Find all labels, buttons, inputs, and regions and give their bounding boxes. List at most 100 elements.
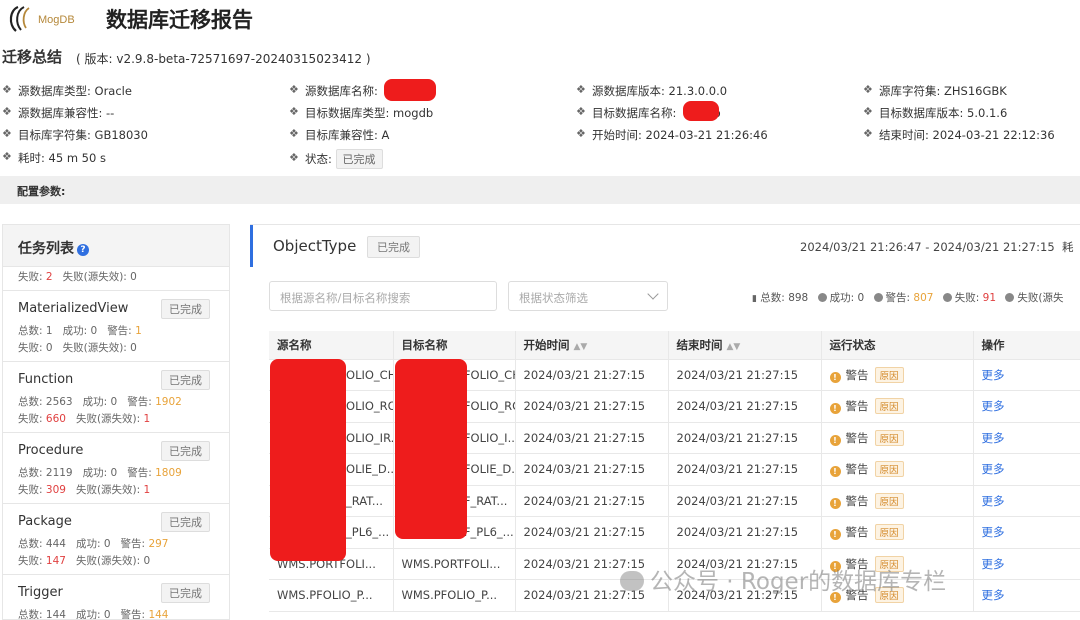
end-time-cell: 2024/03/21 21:27:15 [668,453,822,486]
task-status-badge: 已完成 [161,583,210,603]
status-text: 警告 [845,430,869,445]
action-cell: 更多 [973,516,1080,549]
diamond-bullet-icon [863,83,873,96]
reason-tag[interactable]: 原因 [874,429,904,446]
start-time-cell: 2024/03/21 21:27:15 [515,422,669,454]
name-search-input[interactable]: 根据源名称/目标名称搜索 [269,281,497,311]
col-target-name: 目标名称 [393,331,516,360]
diamond-bullet-icon [2,83,12,96]
action-cell: 更多 [973,390,1080,423]
task-fail-line: 失败: 147 失败(源失效): 0 [18,555,151,567]
col-action: 操作 [973,331,1080,360]
task-list-header: 任务列表? [3,225,229,267]
task-item-procedure[interactable]: Procedure 已完成 总数: 2119 成功: 0 警告: 1809 失败… [3,433,229,504]
col-end-time[interactable]: 结束时间 ▲▼ [668,331,822,360]
more-link[interactable]: 更多 [982,431,1005,445]
stat-fail: 失败: 91 [942,292,996,304]
col-start-time[interactable]: 开始时间 ▲▼ [515,331,669,360]
diamond-bullet-icon [863,127,873,140]
warning-icon: ! [829,529,841,541]
mogdb-logo: MogDB [4,4,84,34]
diamond-bullet-icon [2,105,12,118]
task-status-badge: 已完成 [161,299,210,319]
info-target-db-version: 目标数据库版本: 5.0.1.6 [863,105,1007,121]
end-time-cell: 2024/03/21 21:27:15 [668,485,822,517]
panel-accent-bar [250,225,253,267]
info-source-compat: 源数据库兼容性: -- [2,105,114,121]
info-duration: 耗时: 45 m 50 s [2,150,106,166]
task-item-trigger[interactable]: Trigger 已完成 总数: 144 成功: 0 警告: 144 [3,575,229,619]
redaction-mark [395,359,467,539]
reason-tag[interactable]: 原因 [874,366,904,383]
info-target-compat: 目标库兼容性: A [289,127,389,143]
more-link[interactable]: 更多 [982,462,1005,476]
status-text: 警告 [845,399,869,414]
object-type-panel: ObjectType 已完成 2024/03/21 21:26:47 - 202… [250,224,1080,620]
action-cell: 更多 [973,359,1080,391]
warning-icon: ! [829,497,841,509]
task-list-title: 任务列表 [18,241,74,257]
diamond-bullet-icon [289,151,299,164]
action-cell: 更多 [973,422,1080,454]
stat-warn: 警告: 807 [873,292,933,304]
task-item-package[interactable]: Package 已完成 总数: 444 成功: 0 警告: 297 失败: 14… [3,504,229,575]
result-stats: ▮ 总数: 898 成功: 0 警告: 807 失败: 91 失败(源失 [752,290,1070,305]
reason-tag[interactable]: 原因 [874,398,904,415]
run-status-cell: ! 警告 原因 [821,485,974,517]
table-row: WMS.PORTFOLIE_D...WMS.PORTFOLIE_D...2024… [269,453,1080,486]
warning-icon: ! [829,466,841,478]
more-link[interactable]: 更多 [982,557,1005,571]
diamond-bullet-icon [576,83,586,96]
info-source-db-name: 源数据库名称: [289,83,378,99]
reason-tag[interactable]: 原因 [874,461,904,478]
end-time-cell: 2024/03/21 21:27:15 [668,390,822,423]
status-filter-select[interactable]: 根据状态筛选 [508,281,668,311]
more-link[interactable]: 更多 [982,588,1005,602]
task-fail-line: 失败: 309 失败(源失效): 1 [18,484,151,496]
warning-icon [873,293,883,302]
task-fail-line: 失败: 660 失败(源失效): 1 [18,413,151,425]
more-link[interactable]: 更多 [982,368,1005,382]
panel-title: ObjectType [273,237,357,255]
status-text: 警告 [845,525,869,540]
task-name: Trigger [18,585,63,600]
more-link[interactable]: 更多 [982,494,1005,508]
logo-text: MogDB [38,14,75,26]
table-row: WMS.PORTF_PL6_...WMS.PORTF_PL6_...2024/0… [269,516,1080,549]
task-stats-partial: 失败: 2 失败(源失效): 0 [3,267,229,291]
more-link[interactable]: 更多 [982,399,1005,413]
help-icon[interactable]: ? [77,244,89,256]
run-status-cell: ! 警告 原因 [821,422,974,454]
run-status-cell: ! 警告 原因 [821,390,974,423]
status-filter-placeholder: 根据状态筛选 [519,291,588,305]
end-time-cell: 2024/03/21 21:27:15 [668,422,822,454]
info-source-db-type: 源数据库类型: Oracle [2,83,132,99]
sort-icon[interactable]: ▲▼ [727,342,741,352]
table-row: WMS.PORTF_RAT...WMS.PORTF_RAT...2024/03/… [269,485,1080,517]
panel-time-range: 2024/03/21 21:26:47 - 2024/03/21 21:27:1… [800,240,1074,254]
sort-icon[interactable]: ▲▼ [574,342,588,352]
stat-success: 成功: 0 [817,292,864,304]
end-time-cell: 2024/03/21 21:27:15 [668,516,822,549]
run-status-cell: ! 警告 原因 [821,516,974,549]
start-time-cell: 2024/03/21 21:27:15 [515,359,669,391]
reason-tag[interactable]: 原因 [874,524,904,541]
redaction-mark [384,79,436,101]
info-source-db-version: 源数据库版本: 21.3.0.0.0 [576,83,727,99]
task-stats-line: 总数: 1 成功: 0 警告: 1 [18,325,142,337]
start-time-cell: 2024/03/21 21:27:15 [515,485,669,517]
mogdb-logo-icon [9,5,30,32]
task-name: Function [18,372,74,387]
task-item-materializedview[interactable]: MaterializedView 已完成 总数: 1 成功: 0 警告: 1 失… [3,291,229,362]
reason-tag[interactable]: 原因 [874,492,904,509]
more-link[interactable]: 更多 [982,525,1005,539]
chevron-down-icon [647,288,659,300]
diamond-bullet-icon [576,105,586,118]
task-item-function[interactable]: Function 已完成 总数: 2563 成功: 0 警告: 1902 失败:… [3,362,229,433]
task-list-sidebar: 任务列表? 失败: 2 失败(源失效): 0 MaterializedView … [2,224,230,620]
config-params-bar: 配置参数: [0,176,1080,204]
success-icon [817,293,827,302]
action-cell: 更多 [973,548,1080,580]
action-cell: 更多 [973,485,1080,517]
watermark: 公众号 · Roger的数据库专栏 [620,562,946,596]
